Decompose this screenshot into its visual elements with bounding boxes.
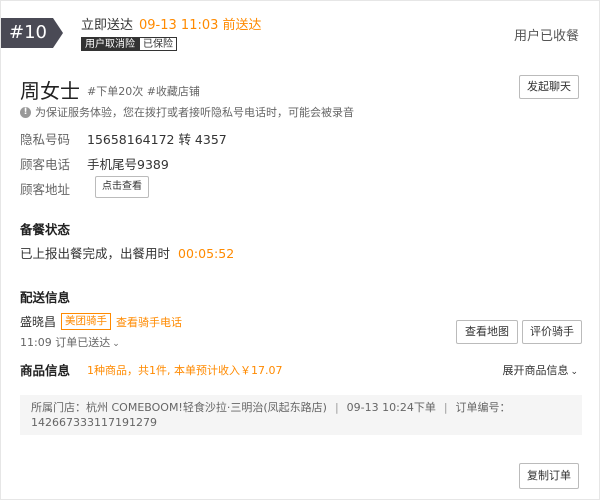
customer-phone-label: 顾客电话 <box>20 157 71 172</box>
rider-name: 盛晓昌 <box>20 315 57 329</box>
privacy-number-value: 15658164172 转 4357 <box>87 132 227 147</box>
goods-summary: 1种商品，共1件, 本单预计收入￥17.07 <box>87 364 283 377</box>
rate-rider-button[interactable]: 评价骑手 <box>522 320 582 344</box>
delivered-status[interactable]: 11:09 订单已送达 ⌄ <box>20 334 120 350</box>
delivery-time-row: 立即送达 09-13 11:03 前送达 <box>81 14 262 33</box>
info-icon: ! <box>20 106 31 118</box>
view-map-button[interactable]: 查看地图 <box>456 320 518 344</box>
rider-row: 盛晓昌 美团骑手 查看骑手电话 <box>20 313 182 330</box>
order-id: 142667333117191279 <box>31 416 157 429</box>
recording-notice-text: 为保证服务体验，您在拨打或者接听隐私号电话时，可能会被录音 <box>35 106 354 119</box>
order-meta-box: 所属门店：杭州 COMEBOOM!轻食沙拉·三明治(凤起东路店) | 09-13 1… <box>20 395 582 435</box>
chevron-down-icon: ⌄ <box>570 367 578 377</box>
expand-goods-toggle[interactable]: 展开商品信息 ⌄ <box>502 362 578 378</box>
store-name: 所属门店：杭州 COMEBOOM!轻食沙拉·三明治(凤起东路店) <box>31 401 327 414</box>
separator: | <box>334 401 339 414</box>
order-card: #10 立即送达 09-13 11:03 前送达 用户取消险 已保险 用户已收餐 … <box>0 0 600 500</box>
tag-cancel-insurance: 用户取消险 <box>81 37 139 51</box>
order-number: #10 <box>9 22 47 43</box>
deliver-label: 立即送达 <box>81 18 134 33</box>
customer-address-label: 顾客地址 <box>20 182 71 197</box>
order-placed-time: 09-13 10:24下单 <box>346 401 436 414</box>
tag-insured: 已保险 <box>139 37 177 51</box>
privacy-number-row: 隐私号码 15658164172 转 4357 <box>20 129 227 148</box>
delivered-text: 11:09 订单已送达 <box>20 336 111 349</box>
deliver-time: 09-13 11:03 前送达 <box>139 18 262 33</box>
copy-order-button[interactable]: 复制订单 <box>519 463 579 489</box>
recording-notice: ! 为保证服务体验，您在拨打或者接听隐私号电话时，可能会被录音 <box>20 104 354 120</box>
order-status: 用户已收餐 <box>513 29 579 44</box>
privacy-number-label: 隐私号码 <box>20 132 71 147</box>
delivery-info-title: 配送信息 <box>20 290 71 305</box>
expand-goods-label: 展开商品信息 <box>502 364 569 377</box>
prep-status-text: 已上报出餐完成，出餐用时 00:05:52 <box>20 243 234 262</box>
separator: | <box>443 401 448 414</box>
customer-phone-value: 手机尾号9389 <box>87 157 169 172</box>
customer-name: 周女士 <box>20 79 80 103</box>
prep-duration: 00:05:52 <box>178 246 235 261</box>
order-id-label: 订单编号： <box>455 401 511 414</box>
rider-badge: 美团骑手 <box>61 313 112 330</box>
customer-phone-row: 顾客电话 手机尾号9389 <box>20 154 169 173</box>
start-chat-button[interactable]: 发起聊天 <box>519 75 579 99</box>
view-address-button[interactable]: 点击查看 <box>95 176 149 198</box>
customer-address-row: 顾客地址 <box>20 179 87 198</box>
customer-tags: #下单20次 #收藏店铺 <box>87 85 200 98</box>
view-rider-phone-link[interactable]: 查看骑手电话 <box>116 314 182 330</box>
goods-info-title: 商品信息 <box>20 363 71 378</box>
order-number-badge: #10 <box>1 18 63 48</box>
order-tags: 用户取消险 已保险 <box>81 37 177 51</box>
prep-status-desc: 已上报出餐完成，出餐用时 <box>20 246 171 261</box>
prep-status-title: 备餐状态 <box>20 222 71 237</box>
chevron-down-icon: ⌄ <box>112 339 120 349</box>
